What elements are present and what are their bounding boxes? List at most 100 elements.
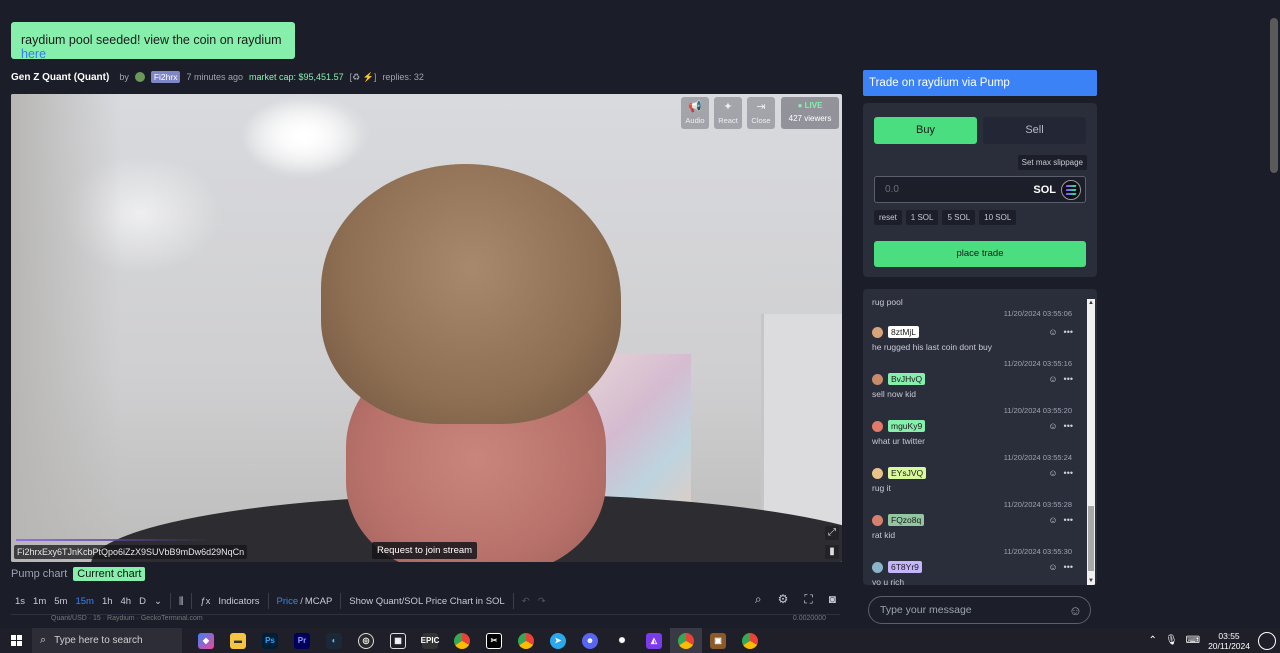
coin-title: Gen Z Quant (Quant) [11,71,110,83]
price-toggle[interactable]: Price [273,596,299,607]
more-icon[interactable]: ••• [1064,562,1073,572]
message-text: sell now kid [872,389,916,399]
undo-icon[interactable]: ↶ [518,596,534,607]
page-scrollbar[interactable] [1268,0,1280,628]
raydium-banner: raydium pool seeded! view the coin on ra… [11,22,295,61]
amount-input[interactable] [885,184,1034,195]
indicators-button[interactable]: Indicators [214,596,263,607]
more-icon[interactable]: ••• [1064,421,1073,431]
more-icon[interactable]: ••• [1064,468,1073,478]
smiley-icon[interactable]: ☺ [1048,374,1057,384]
audio-button[interactable]: 📢 Audio [681,97,709,129]
minecraft-icon[interactable]: ▣ [702,628,734,653]
taskbar-search[interactable]: ⌕ Type here to search [32,628,182,653]
settings-app-icon[interactable]: ✺ [606,628,638,653]
quick-10-sol[interactable]: 10 SOL [979,210,1017,225]
scroll-up-icon[interactable]: ▲ [1087,300,1095,306]
expand-icon[interactable]: ⤢ [825,526,839,540]
more-icon[interactable]: ••• [1064,374,1073,384]
smiley-icon[interactable]: ☺ [1048,468,1057,478]
interval-15m[interactable]: 15m [71,596,97,607]
interval-1m[interactable]: 1m [29,596,50,607]
quick-search-icon[interactable]: ⌕ [751,592,766,607]
premiere-icon[interactable]: Pr [286,628,318,653]
banner-link[interactable]: here [21,47,46,61]
photoshop-icon[interactable]: Ps [254,628,286,653]
copilot-icon[interactable]: ◆ [190,628,222,653]
steam-icon[interactable]: ◐ [318,628,350,653]
settings-gear-icon[interactable]: ⚙ [774,592,793,607]
microphone-icon[interactable]: 🎙 [1165,635,1178,646]
smiley-icon[interactable]: ☺ [1048,327,1057,337]
username-chip[interactable]: mguKy9 [888,420,926,432]
game-app-icon[interactable]: ◭ [638,628,670,653]
username-chip[interactable]: FQzo8q [888,514,925,526]
file-explorer-icon[interactable]: ▬ [222,628,254,653]
sell-button[interactable]: Sell [983,117,1086,144]
request-join-button[interactable]: Request to join stream [372,542,478,559]
telegram-icon[interactable]: ➤ [542,628,574,653]
smiley-icon[interactable]: ☺ [1048,421,1057,431]
smiley-icon[interactable]: ☺ [1048,562,1057,572]
user-avatar [872,514,883,526]
reset-button[interactable]: reset [874,210,902,225]
chat-scroll-thumb[interactable] [1088,506,1094,571]
indicators-icon[interactable]: ƒx [196,596,214,607]
discord-icon[interactable]: ☻ [574,628,606,653]
mcap-toggle[interactable]: MCAP [305,596,336,607]
notification-icon[interactable] [1258,631,1276,650]
chat-list[interactable]: rug pool 11/20/2024 03:55:06 8ztMjL ☺ •••… [863,289,1085,585]
chrome-profile-icon[interactable] [510,628,542,653]
chrome-active-icon[interactable] [670,628,702,653]
username-chip[interactable]: 8ztMjL [888,326,920,338]
camera-icon[interactable]: ◙ [825,592,840,607]
chrome-alt-icon[interactable] [734,628,766,653]
username-chip[interactable]: 6T8Yr9 [888,561,922,573]
message-text: rat kid [872,530,896,540]
interval-1h[interactable]: 1h [98,596,117,607]
fullscreen-icon[interactable]: ⛶ [800,592,816,607]
epic-games-icon[interactable]: EPIC [414,628,446,653]
wall-shadow [11,94,121,562]
react-button[interactable]: ✦ React [714,97,742,129]
chrome-icon[interactable] [446,628,478,653]
megaphone-icon: 📢 [688,101,702,113]
interval-4h[interactable]: 4h [117,596,136,607]
redo-icon[interactable]: ↷ [534,596,550,607]
chevron-up-icon[interactable]: ⌃ [1149,635,1157,646]
more-icon[interactable]: ••• [1064,515,1073,525]
show-sol-chart-button[interactable]: Show Quant/SOL Price Chart in SOL [345,596,508,607]
quick-1-sol[interactable]: 1 SOL [905,210,939,225]
tab-current-chart[interactable]: Current chart [73,567,146,581]
clock[interactable]: 03:55 20/11/2024 [1208,631,1250,651]
username-chip[interactable]: BvJHvQ [888,373,926,385]
chat-scrollbar[interactable]: ▲ ▼ [1087,299,1095,585]
page-scroll-thumb[interactable] [1270,18,1278,173]
max-slippage-button[interactable]: Set max slippage [1017,155,1087,170]
contract-address[interactable]: Fi2hrxExy6TJnKcbPtQpo6iZzX9SUVbB9mDw6d29… [14,545,248,559]
keyboard-app-icon[interactable]: ▦ [382,628,414,653]
username-chip[interactable]: EYsJVQ [888,467,927,479]
close-stream-button[interactable]: ⇥ Close [747,97,775,129]
keyboard-icon[interactable]: ⌨ [1186,635,1200,646]
place-trade-button[interactable]: place trade [874,241,1086,267]
chart-tabs: Pump chart Current chart [11,567,146,581]
quick-5-sol[interactable]: 5 SOL [942,210,976,225]
obs-icon[interactable]: ◎ [350,628,382,653]
more-icon[interactable]: ••• [1064,327,1073,337]
smiley-icon[interactable]: ☺ [1048,515,1057,525]
emoji-icon[interactable]: ☺ [1069,603,1082,618]
interval-5m[interactable]: 5m [50,596,71,607]
interval-1s[interactable]: 1s [11,596,29,607]
scroll-down-icon[interactable]: ▼ [1087,578,1095,584]
capcut-icon[interactable]: ✂ [478,628,510,653]
candles-icon[interactable]: ⫼ [175,596,187,607]
chevron-down-icon[interactable]: ⌄ [150,596,166,607]
creator-link[interactable]: Fi2hrx [150,71,181,83]
interval-d[interactable]: D [135,596,150,607]
chat-message-input[interactable] [880,604,1069,616]
buy-button[interactable]: Buy [874,117,977,144]
stats-icon[interactable]: ▮ [825,545,839,559]
start-button[interactable] [0,628,32,653]
tab-pump-chart[interactable]: Pump chart [11,568,67,580]
